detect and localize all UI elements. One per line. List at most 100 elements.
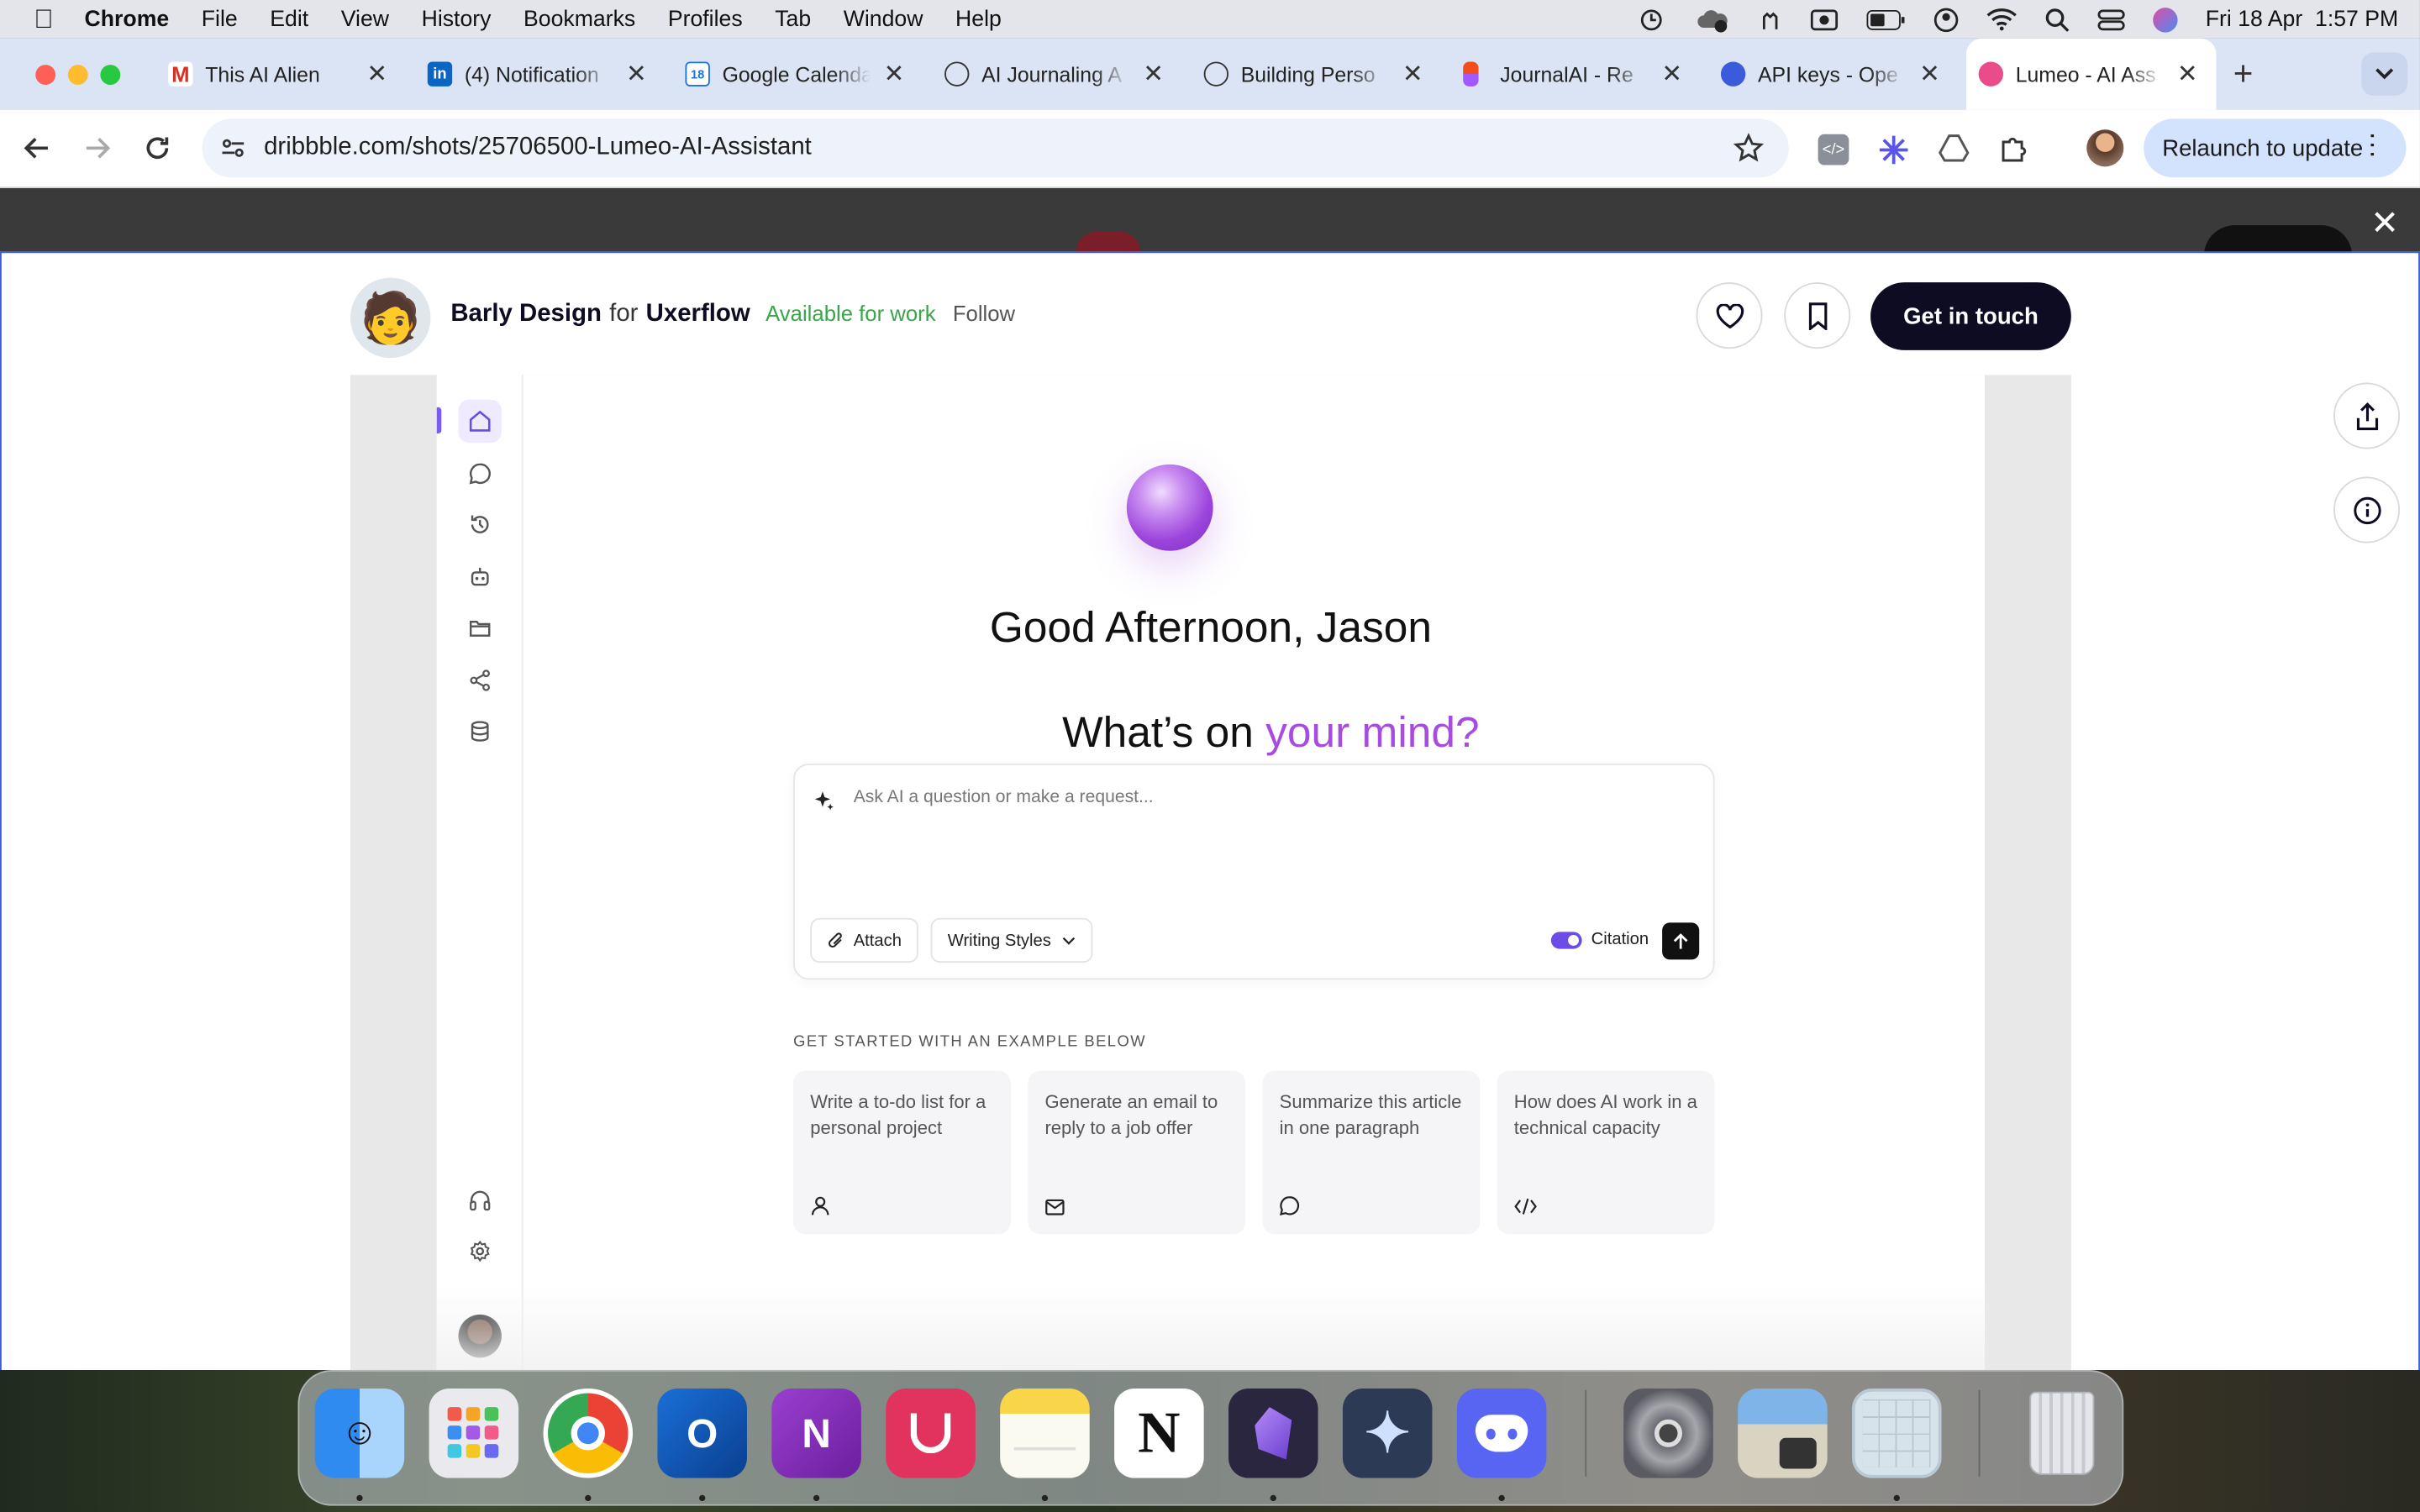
bookmark-star-icon[interactable] bbox=[1733, 133, 1765, 164]
prompt-box[interactable]: Ask AI a question or make a request... A… bbox=[793, 764, 1715, 980]
follow-link[interactable]: Follow bbox=[953, 301, 1015, 325]
close-tab-icon[interactable]: ✕ bbox=[1919, 59, 1940, 90]
devtools-extension-icon[interactable]: </> bbox=[1818, 134, 1849, 165]
close-tab-icon[interactable]: ✕ bbox=[884, 59, 905, 90]
menu-app-name[interactable]: Chrome bbox=[85, 7, 170, 31]
profile-avatar[interactable] bbox=[2086, 129, 2124, 167]
designer-avatar[interactable]: 🧑 bbox=[350, 277, 431, 359]
siri-icon[interactable] bbox=[2153, 7, 2178, 32]
menu-bookmarks[interactable]: Bookmarks bbox=[523, 7, 635, 31]
info-button[interactable] bbox=[2333, 476, 2401, 543]
menu-window[interactable]: Window bbox=[844, 7, 923, 31]
example-card[interactable]: Generate an email to reply to a job offe… bbox=[1028, 1070, 1246, 1235]
dock-chrome[interactable] bbox=[543, 1389, 634, 1478]
reload-button[interactable] bbox=[142, 133, 173, 164]
forward-button[interactable] bbox=[82, 133, 113, 164]
close-tab-icon[interactable]: ✕ bbox=[1143, 59, 1164, 90]
sidebar-item-history[interactable] bbox=[458, 503, 501, 546]
attach-button[interactable]: Attach bbox=[810, 917, 919, 963]
prompt-input[interactable]: Ask AI a question or make a request... bbox=[854, 789, 1154, 807]
team-name[interactable]: Uxerflow bbox=[646, 301, 750, 328]
browser-tab[interactable]: in (4) Notification ✕ bbox=[427, 48, 647, 100]
example-text: Generate an email to reply to a job offe… bbox=[1044, 1090, 1218, 1139]
close-tab-icon[interactable]: ✕ bbox=[366, 59, 387, 90]
menu-tab[interactable]: Tab bbox=[775, 7, 811, 31]
asterisk-extension-icon[interactable]: ✳ bbox=[1878, 129, 1909, 174]
dock-preview[interactable] bbox=[1738, 1389, 1828, 1478]
close-tab-icon[interactable]: ✕ bbox=[1402, 59, 1423, 90]
menu-profiles[interactable]: Profiles bbox=[668, 7, 743, 31]
dock-craft[interactable] bbox=[886, 1389, 976, 1478]
close-tab-icon[interactable]: ✕ bbox=[626, 59, 647, 90]
menu-clock[interactable]: Fri 18 Apr 1:57 PM bbox=[2206, 7, 2398, 31]
menu-help[interactable]: Help bbox=[955, 7, 1002, 31]
like-button[interactable] bbox=[1696, 282, 1763, 349]
sidebar-item-bots[interactable] bbox=[458, 555, 501, 598]
get-in-touch-button[interactable]: Get in touch bbox=[1870, 282, 2071, 350]
dock-outlook[interactable]: O bbox=[657, 1389, 747, 1478]
apple-icon[interactable]:  bbox=[34, 4, 53, 35]
browser-tab[interactable]: API keys - Ope ✕ bbox=[1720, 48, 1940, 100]
cloud-sync-icon[interactable] bbox=[1697, 7, 1730, 32]
sidebar-item-support[interactable] bbox=[458, 1179, 501, 1221]
dock-onenote[interactable]: N bbox=[771, 1389, 861, 1478]
browser-tab[interactable]: Building Perso ✕ bbox=[1203, 48, 1423, 100]
shot-byline: Barly Design for Uxerflow Available for … bbox=[450, 301, 1015, 328]
browser-tab-active[interactable]: Lumeo - AI Ass ✕ bbox=[1965, 38, 2217, 110]
designer-name[interactable]: Barly Design bbox=[450, 301, 602, 328]
time-machine-icon[interactable] bbox=[1638, 7, 1669, 31]
menu-history[interactable]: History bbox=[422, 7, 492, 31]
writing-styles-dropdown[interactable]: Writing Styles bbox=[930, 917, 1093, 963]
dock-trash[interactable] bbox=[2018, 1389, 2107, 1478]
dock-system-settings[interactable] bbox=[1623, 1389, 1713, 1478]
back-button[interactable] bbox=[22, 133, 53, 164]
dock-discord[interactable] bbox=[1456, 1389, 1547, 1478]
share-button[interactable] bbox=[2333, 382, 2401, 449]
sidebar-item-home[interactable] bbox=[458, 399, 502, 444]
control-center-icon[interactable] bbox=[2097, 7, 2125, 31]
menu-edit[interactable]: Edit bbox=[270, 7, 308, 31]
tab-search-button[interactable] bbox=[2361, 52, 2408, 96]
spotlight-search-icon[interactable] bbox=[2045, 7, 2070, 31]
drive-extension-icon[interactable] bbox=[1939, 134, 1970, 162]
send-button[interactable] bbox=[1662, 922, 1700, 960]
extensions-puzzle-icon[interactable] bbox=[1999, 133, 2030, 164]
dock-spark[interactable]: ✦ bbox=[1342, 1389, 1433, 1478]
citation-toggle[interactable] bbox=[1550, 932, 1582, 949]
gesture-icon[interactable] bbox=[1758, 7, 1782, 31]
user-account-icon[interactable] bbox=[1933, 7, 1959, 32]
menu-file[interactable]: File bbox=[202, 7, 238, 31]
close-tab-icon[interactable]: ✕ bbox=[1661, 59, 1682, 90]
dock-obsidian[interactable] bbox=[1228, 1389, 1318, 1478]
availability-badge[interactable]: Available for work bbox=[765, 301, 935, 325]
close-modal-icon[interactable]: ✕ bbox=[2370, 203, 2399, 244]
zoom-window-button[interactable] bbox=[100, 65, 121, 86]
url-text[interactable]: dribbble.com/shots/25706500-Lumeo-AI-Ass… bbox=[264, 134, 812, 162]
screenshot-tool-icon[interactable] bbox=[1811, 7, 1839, 31]
relaunch-to-update-button[interactable]: Relaunch to update ··· bbox=[2144, 118, 2407, 178]
dock-launchpad[interactable] bbox=[429, 1389, 519, 1478]
more-options-icon[interactable]: ··· bbox=[2358, 131, 2389, 159]
browser-tab[interactable]: AI Journaling A ✕ bbox=[944, 48, 1164, 100]
dock-notion[interactable]: N bbox=[1114, 1389, 1204, 1478]
wifi-icon[interactable] bbox=[1986, 8, 2018, 31]
close-tab-icon[interactable]: ✕ bbox=[2177, 59, 2198, 90]
example-card[interactable]: How does AI work in a technical capacity bbox=[1497, 1070, 1715, 1235]
dock-screenshot[interactable] bbox=[1852, 1389, 1942, 1478]
sidebar-item-chat[interactable] bbox=[458, 452, 501, 495]
browser-tab[interactable]: JournalAI - Re ✕ bbox=[1463, 48, 1682, 100]
example-card[interactable]: Summarize this article in one paragraph bbox=[1262, 1070, 1481, 1235]
save-button[interactable] bbox=[1784, 282, 1851, 349]
dock-notes[interactable] bbox=[1000, 1389, 1090, 1478]
new-tab-button[interactable]: + bbox=[2233, 54, 2254, 94]
sidebar-item-settings[interactable] bbox=[458, 1230, 501, 1273]
example-card[interactable]: Write a to-do list for a personal projec… bbox=[793, 1070, 1012, 1235]
browser-tab[interactable]: M This AI Alien ✕ bbox=[168, 48, 387, 100]
menu-view[interactable]: View bbox=[341, 7, 389, 31]
address-bar[interactable]: dribbble.com/shots/25706500-Lumeo-AI-Ass… bbox=[202, 118, 1789, 178]
dock-finder[interactable]: ☺ bbox=[314, 1389, 405, 1478]
minimize-window-button[interactable] bbox=[67, 65, 88, 86]
site-settings-icon[interactable] bbox=[221, 136, 245, 160]
browser-tab[interactable]: 18 Google Calenda ✕ bbox=[685, 48, 904, 100]
close-window-button[interactable] bbox=[35, 65, 56, 86]
